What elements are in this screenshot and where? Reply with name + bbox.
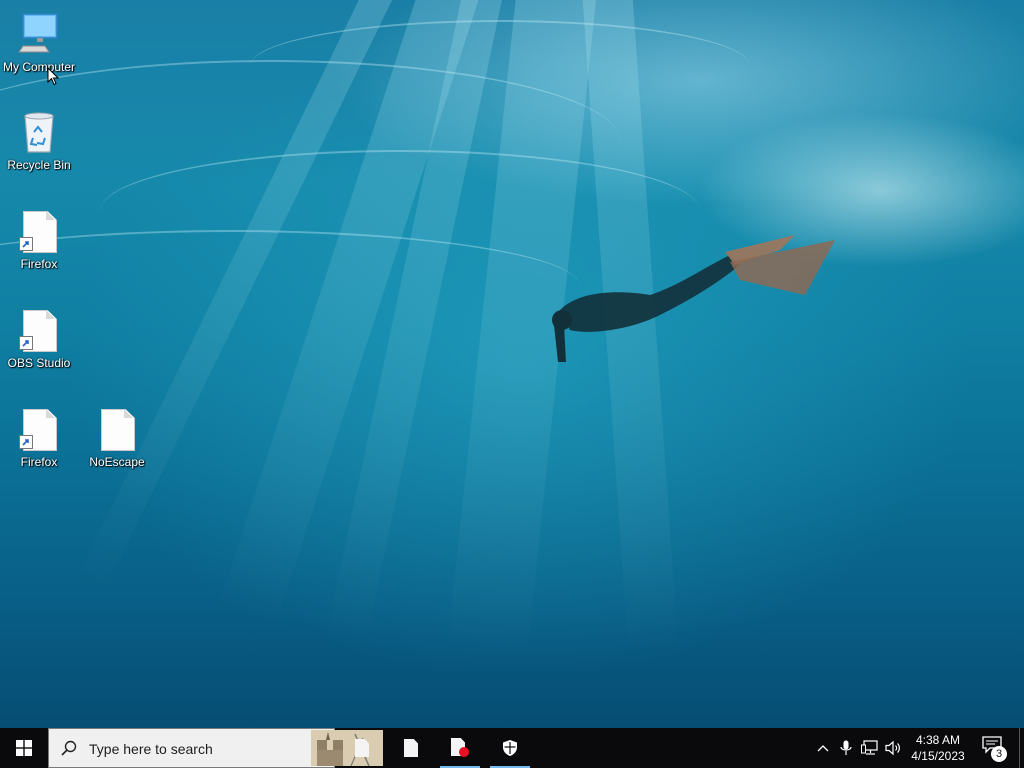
desktop-icon-firefox[interactable]: Firefox <box>0 207 79 271</box>
taskbar-app-security[interactable] <box>490 728 530 768</box>
file-shortcut-icon <box>15 405 63 453</box>
recycle-bin-icon <box>24 112 54 153</box>
start-button[interactable] <box>0 728 48 768</box>
desktop-icon-firefox-2[interactable]: Firefox <box>0 405 79 469</box>
notification-count-badge: 3 <box>991 746 1007 762</box>
taskbar-app-recording[interactable] <box>440 728 480 768</box>
network-icon <box>861 740 878 755</box>
file-icon <box>93 405 141 453</box>
desktop-icon-label: Firefox <box>20 455 58 469</box>
windows-logo-icon <box>16 740 32 756</box>
desktop-icon-label: OBS Studio <box>7 356 71 370</box>
action-center-button[interactable]: 3 <box>980 736 1008 762</box>
desktop-icon-label: My Computer <box>2 60 76 74</box>
file-shortcut-icon <box>15 207 63 255</box>
search-icon <box>61 740 77 756</box>
freediver-illustration <box>552 235 835 362</box>
shield-icon <box>503 740 517 756</box>
file-icon <box>355 739 369 757</box>
desktop-icon-label: Recycle Bin <box>7 158 71 172</box>
desktop-icon-label: NoEscape <box>89 455 145 469</box>
microphone-icon <box>840 740 852 755</box>
desktop-icon-recycle-bin[interactable]: Recycle Bin <box>0 108 79 172</box>
taskbar-app-1[interactable] <box>342 728 382 768</box>
chevron-up-icon <box>817 745 829 752</box>
network-tray-button[interactable] <box>861 740 879 756</box>
desktop-icon-noescape[interactable]: NoEscape <box>77 405 157 469</box>
mouse-cursor-icon <box>47 67 59 86</box>
desktop-icon-obs-studio[interactable]: OBS Studio <box>0 306 79 370</box>
desktop-wallpaper <box>0 0 1024 728</box>
taskbar-search-box[interactable]: Type here to search <box>48 728 383 768</box>
desktop-icon-label: Firefox <box>20 257 58 271</box>
taskbar-app-2[interactable] <box>391 728 431 768</box>
clock-time: 4:38 AM <box>915 733 961 747</box>
desktop-icon-my-computer[interactable]: My Computer <box>0 10 79 74</box>
search-placeholder: Type here to search <box>89 741 213 757</box>
taskbar: Type here to search 4:38 AM 4/15/2023 3 <box>0 728 1024 768</box>
microphone-tray-button[interactable] <box>839 740 853 756</box>
file-record-icon <box>451 738 469 758</box>
file-shortcut-icon <box>15 306 63 354</box>
show-hidden-icons-button[interactable] <box>815 740 831 756</box>
file-icon <box>404 739 418 757</box>
taskbar-clock[interactable]: 4:38 AM 4/15/2023 <box>900 732 976 764</box>
show-desktop-button[interactable] <box>1019 728 1024 768</box>
clock-date: 4/15/2023 <box>911 749 965 763</box>
computer-icon <box>18 13 58 53</box>
